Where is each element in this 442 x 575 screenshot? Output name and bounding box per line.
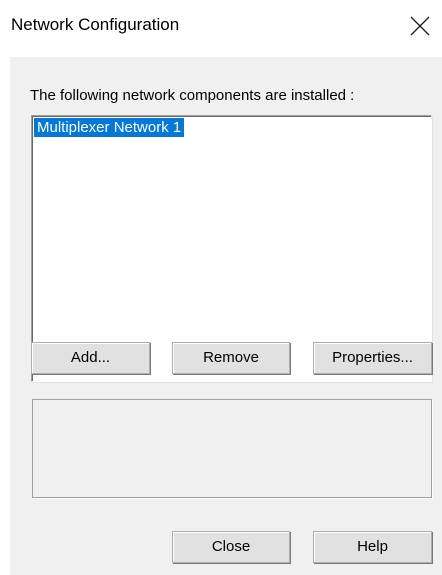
close-icon[interactable] (408, 14, 432, 38)
add-button[interactable]: Add... (31, 342, 150, 374)
info-panel (32, 399, 432, 498)
dialog-body: The following network components are ins… (10, 57, 442, 575)
components-label: The following network components are ins… (30, 87, 355, 104)
title-bar[interactable]: Network Configuration (0, 0, 442, 56)
remove-button[interactable]: Remove (172, 342, 290, 374)
close-icon-glyph (410, 16, 430, 36)
list-item[interactable]: Multiplexer Network 1 (34, 118, 185, 137)
close-button[interactable]: Close (172, 531, 290, 563)
network-configuration-dialog: Network Configuration The following netw… (0, 0, 442, 575)
help-button[interactable]: Help (313, 531, 432, 563)
properties-button[interactable]: Properties... (313, 342, 432, 374)
window-title: Network Configuration (11, 15, 180, 34)
